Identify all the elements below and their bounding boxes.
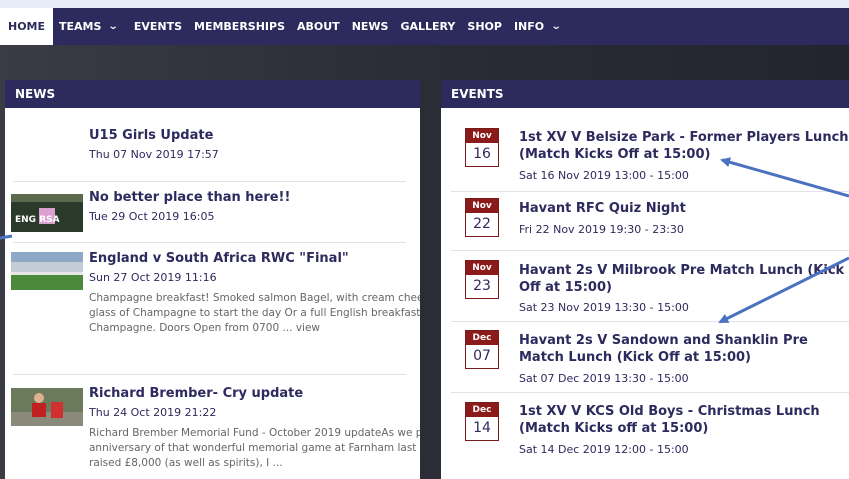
eng-rsa-image: ENG RSA [11, 194, 83, 232]
event-divider [451, 191, 849, 192]
nav-news[interactable]: NEWS [346, 8, 395, 45]
nav-teams[interactable]: TEAMS ⌄ [53, 8, 128, 45]
news-date: Tue 29 Oct 2019 16:05 [89, 210, 215, 223]
chevron-down-icon[interactable]: ⌄ [551, 21, 562, 32]
news-title[interactable]: U15 Girls Update [89, 128, 420, 144]
event-divider [451, 321, 849, 322]
event-date: Fri 22 Nov 2019 19:30 - 23:30 [519, 223, 684, 236]
event-day: 14 [473, 420, 491, 436]
event-date: Sat 16 Nov 2019 13:00 - 15:00 [519, 169, 689, 182]
news-divider [13, 374, 406, 375]
news-date: Sun 27 Oct 2019 11:16 [89, 271, 217, 284]
news-panel: NEWS U15 Girls Update Thu 07 Nov 2019 17… [5, 80, 420, 479]
event-month: Nov [466, 199, 498, 213]
calendar-icon: Dec 07 [465, 330, 499, 369]
nav-shop-label: SHOP [467, 20, 502, 33]
event-title[interactable]: Havant 2s V Sandown and Shanklin Pre Mat… [519, 332, 849, 366]
calendar-icon: Nov 22 [465, 198, 499, 237]
calendar-icon: Nov 16 [465, 128, 499, 167]
news-item[interactable]: ENG RSA No better place than here!! Tue … [5, 190, 420, 232]
news-divider [13, 242, 406, 243]
news-item[interactable]: England v South Africa RWC "Final" Sun 2… [5, 251, 420, 336]
news-title[interactable]: No better place than here!! [89, 190, 420, 206]
event-title[interactable]: 1st XV V KCS Old Boys - Christmas Lunch … [519, 403, 849, 437]
event-month: Nov [466, 261, 498, 275]
stadium-image [11, 252, 83, 290]
news-excerpt: Champagne breakfast! Smoked salmon Bagel… [89, 292, 420, 334]
nav-gallery-label: GALLERY [400, 20, 456, 33]
chevron-down-icon[interactable]: ⌄ [108, 21, 119, 32]
nav-home[interactable]: HOME [0, 8, 54, 45]
news-title[interactable]: England v South Africa RWC "Final" [89, 251, 420, 267]
news-heading: NEWS [5, 80, 420, 108]
event-month: Dec [466, 331, 498, 345]
event-date: Sat 14 Dec 2019 12:00 - 15:00 [519, 443, 689, 456]
news-item[interactable]: Richard Brember- Cry update Thu 24 Oct 2… [5, 386, 420, 471]
nav-about[interactable]: ABOUT [291, 8, 346, 45]
nav-home-label: HOME [8, 20, 46, 33]
event-date: Sat 07 Dec 2019 13:30 - 15:00 [519, 372, 689, 385]
event-date: Sat 23 Nov 2019 13:30 - 15:00 [519, 301, 689, 314]
news-thumbnail[interactable] [11, 252, 83, 290]
news-item[interactable]: U15 Girls Update Thu 07 Nov 2019 17:57 [5, 128, 420, 162]
event-title[interactable]: Havant 2s V Milbrook Pre Match Lunch (Ki… [519, 262, 849, 296]
event-day: 23 [473, 278, 491, 294]
top-strip [0, 0, 849, 8]
calendar-icon: Nov 23 [465, 260, 499, 299]
nav-teams-label: TEAMS [59, 20, 102, 33]
events-heading: EVENTS [441, 80, 849, 108]
event-title[interactable]: Havant RFC Quiz Night [519, 200, 849, 217]
nav-events-label: EVENTS [133, 20, 183, 33]
event-day: 16 [473, 146, 491, 162]
news-thumbnail[interactable]: ENG RSA [11, 194, 83, 232]
news-date: Thu 07 Nov 2019 17:57 [89, 148, 219, 161]
news-divider [13, 181, 406, 182]
event-month: Dec [466, 403, 498, 417]
calendar-icon: Dec 14 [465, 402, 499, 441]
nav-news-label: NEWS [351, 20, 389, 33]
news-thumb-text: ENG RSA [15, 215, 60, 225]
nav-about-label: ABOUT [297, 20, 340, 33]
news-thumbnail[interactable] [11, 388, 83, 426]
news-date: Thu 24 Oct 2019 21:22 [89, 406, 217, 419]
nav-info[interactable]: INFO ⌄ [508, 8, 571, 45]
events-panel: EVENTS Nov 16 1st XV V Belsize Park - Fo… [441, 80, 849, 479]
news-excerpt: Richard Brember Memorial Fund - October … [89, 427, 420, 469]
main-nav: HOME TEAMS ⌄ EVENTS MEMBERSHIPS ABOUT NEW… [0, 8, 849, 45]
nav-info-label: INFO [513, 20, 545, 33]
event-day: 22 [473, 216, 491, 232]
nav-memberships[interactable]: MEMBERSHIPS [188, 8, 291, 45]
nav-shop[interactable]: SHOP [461, 8, 508, 45]
event-month: Nov [466, 129, 498, 143]
event-day: 07 [473, 348, 491, 364]
nav-events[interactable]: EVENTS [128, 8, 188, 45]
event-title[interactable]: 1st XV V Belsize Park - Former Players L… [519, 129, 849, 163]
nav-gallery[interactable]: GALLERY [394, 8, 461, 45]
news-title[interactable]: Richard Brember- Cry update [89, 386, 420, 402]
runner-image [11, 388, 83, 426]
event-divider [451, 392, 849, 393]
nav-memberships-label: MEMBERSHIPS [194, 20, 285, 33]
event-divider [451, 250, 849, 251]
